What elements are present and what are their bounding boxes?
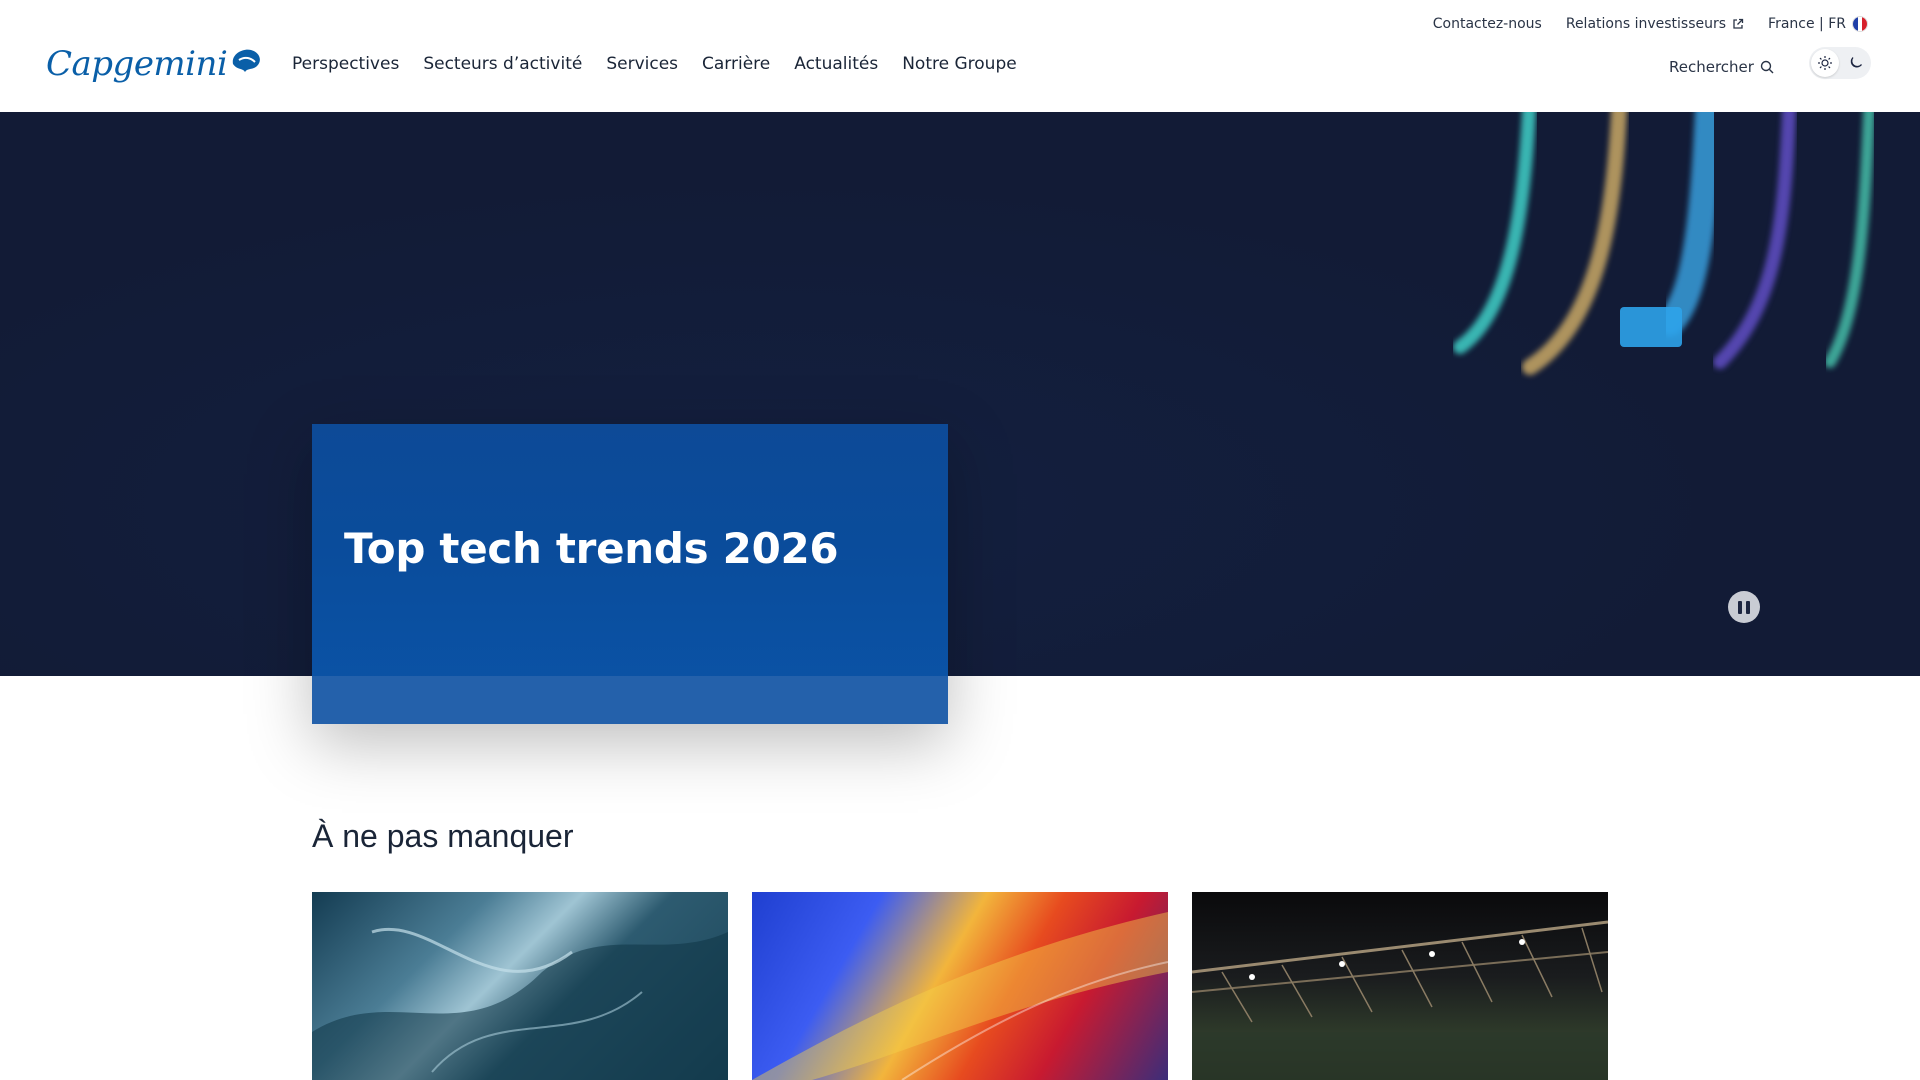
dark-mode-button[interactable] (1842, 49, 1870, 77)
moon-icon (1850, 57, 1862, 68)
locale-selector[interactable]: France | FR (1768, 16, 1868, 32)
external-link-icon (1733, 18, 1744, 29)
hero-decorative-artwork (1453, 112, 1876, 375)
contact-label: Contactez-nous (1432, 16, 1542, 32)
light-mode-button[interactable] (1810, 49, 1839, 77)
nav-carriere[interactable]: Carrière (702, 54, 770, 74)
investor-relations-label: Relations investisseurs (1565, 16, 1727, 32)
tile-1-image (312, 927, 728, 1080)
logo-text: Capgemini (46, 44, 228, 84)
main-navigation: Perspectives Secteurs d’activité Service… (292, 54, 1041, 74)
nav-secteurs[interactable]: Secteurs d’activité (423, 54, 582, 74)
utility-navigation: Contactez-nous Relations investisseurs F… (1409, 16, 1868, 32)
carousel-pause-button[interactable] (1728, 591, 1760, 623)
content-tile-2[interactable] (752, 892, 1168, 1080)
featured-article-card[interactable]: Top tech trends 2026 (312, 424, 948, 724)
tile-3-image (1192, 920, 1608, 1080)
investor-relations-link[interactable]: Relations investisseurs (1566, 16, 1744, 32)
locale-label: France | FR (1768, 16, 1846, 32)
hero-banner (0, 112, 1920, 676)
pause-icon (1738, 600, 1742, 614)
nav-notre-groupe[interactable]: Notre Groupe (902, 54, 1016, 74)
section-heading: À ne pas manquer (312, 818, 574, 854)
pause-icon-bar (1746, 600, 1750, 614)
nav-perspectives[interactable]: Perspectives (292, 54, 399, 74)
site-header: Capgemini Perspectives Secteurs d’activi… (0, 0, 1920, 112)
theme-toggle[interactable] (1809, 47, 1871, 79)
sun-icon (1817, 56, 1832, 70)
feature-card-footer (312, 676, 948, 724)
content-tile-1[interactable] (312, 892, 728, 1080)
content-tile-3[interactable] (1192, 892, 1608, 1080)
spade-logo-icon (233, 49, 261, 72)
capgemini-logo[interactable]: Capgemini (46, 44, 263, 84)
search-label: Rechercher (1669, 58, 1754, 76)
nav-services[interactable]: Services (606, 54, 678, 74)
nav-actualites[interactable]: Actualités (794, 54, 878, 74)
contact-link[interactable]: Contactez-nous (1433, 16, 1542, 32)
france-flag-icon (1852, 16, 1868, 32)
tile-2-image (752, 912, 1168, 1080)
feature-card-title: Top tech trends 2026 (344, 524, 839, 573)
search-button[interactable]: Rechercher (1669, 58, 1774, 76)
search-icon (1760, 60, 1774, 74)
